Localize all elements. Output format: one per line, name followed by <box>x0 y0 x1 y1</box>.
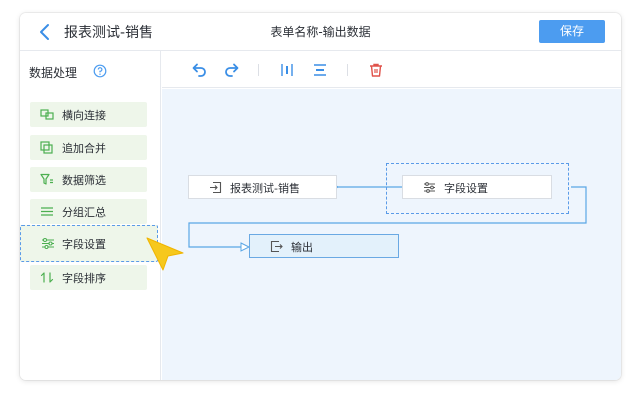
sort-icon <box>40 271 54 284</box>
toolbar-divider <box>258 64 259 76</box>
sidebar-item-data-filter[interactable]: 数据筛选 <box>30 167 147 192</box>
sidebar-item-label: 字段设置 <box>62 238 106 251</box>
undo-icon[interactable] <box>191 62 207 78</box>
node-label: 输出 <box>291 241 313 254</box>
align-vertical-icon[interactable] <box>279 62 295 78</box>
import-icon <box>209 181 222 194</box>
node-label: 字段设置 <box>444 182 488 195</box>
delete-icon[interactable] <box>368 62 384 78</box>
sidebar-item-append-merge[interactable]: 追加合并 <box>30 135 147 160</box>
sidebar-item-label: 追加合并 <box>62 142 106 155</box>
list-group-icon <box>40 205 54 218</box>
drag-cursor-icon <box>145 236 187 272</box>
flow-node-field-settings[interactable]: 字段设置 <box>402 175 552 199</box>
header-bar: 报表测试-销售 表单名称-输出数据 保存 <box>20 13 621 51</box>
flow-node-source[interactable]: 报表测试-销售 <box>188 175 337 199</box>
app-window: 报表测试-销售 表单名称-输出数据 保存 数据处理 横向连接 追加合并 数据筛选 <box>20 13 621 380</box>
redo-icon[interactable] <box>224 62 240 78</box>
sidebar-item-label: 分组汇总 <box>62 206 106 219</box>
sidebar-item-label: 横向连接 <box>62 109 106 122</box>
align-horizontal-icon[interactable] <box>312 62 328 78</box>
sliders-icon <box>41 237 55 250</box>
link-join-icon <box>40 108 54 121</box>
canvas-toolbar <box>162 51 621 88</box>
sidebar-item-horizontal-join[interactable]: 横向连接 <box>30 102 147 127</box>
sidebar-item-field-sort[interactable]: 字段排序 <box>30 265 147 290</box>
copy-merge-icon <box>40 141 54 154</box>
form-name: 表单名称-输出数据 <box>270 25 371 39</box>
sidebar-item-field-settings[interactable]: 字段设置 <box>20 225 158 262</box>
sidebar: 数据处理 横向连接 追加合并 数据筛选 分组汇总 字段设置 字段排序 <box>20 51 161 380</box>
sidebar-item-group-summary[interactable]: 分组汇总 <box>30 199 147 224</box>
sliders-icon <box>423 181 436 194</box>
question-circle-icon[interactable] <box>93 64 107 78</box>
save-button[interactable]: 保存 <box>539 20 605 43</box>
flow-canvas[interactable]: 报表测试-销售 字段设置 输出 <box>162 89 621 380</box>
sidebar-item-label: 字段排序 <box>62 272 106 285</box>
node-label: 报表测试-销售 <box>230 182 300 195</box>
export-icon <box>270 240 283 253</box>
toolbar-divider <box>347 64 348 76</box>
sidebar-item-label: 数据筛选 <box>62 174 106 187</box>
filter-icon <box>40 173 54 186</box>
flow-node-output[interactable]: 输出 <box>249 234 399 258</box>
sidebar-title: 数据处理 <box>29 66 78 80</box>
